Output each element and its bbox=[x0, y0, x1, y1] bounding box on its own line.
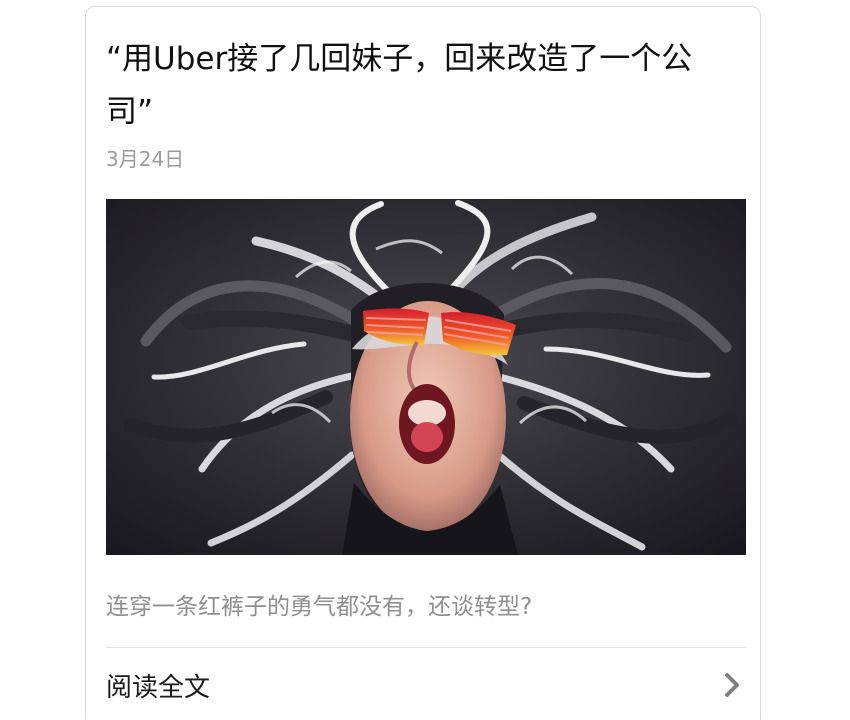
article-preview-page: “用Uber接了几回妹子，回来改造了一个公司” 3月24日 连穿一条红裤子的勇气… bbox=[0, 0, 850, 720]
article-cover-image[interactable] bbox=[106, 199, 746, 555]
chevron-right-icon bbox=[725, 673, 739, 697]
read-full-article-label: 阅读全文 bbox=[106, 673, 211, 703]
read-full-article-button[interactable]: 阅读全文 bbox=[86, 648, 760, 720]
article-digest: 连穿一条红裤子的勇气都没有，还谈转型? bbox=[106, 594, 533, 620]
article-card[interactable]: “用Uber接了几回妹子，回来改造了一个公司” 3月24日 连穿一条红裤子的勇气… bbox=[85, 6, 761, 720]
article-title[interactable]: “用Uber接了几回妹子，回来改造了一个公司” bbox=[106, 33, 736, 139]
article-date: 3月24日 bbox=[106, 147, 185, 171]
